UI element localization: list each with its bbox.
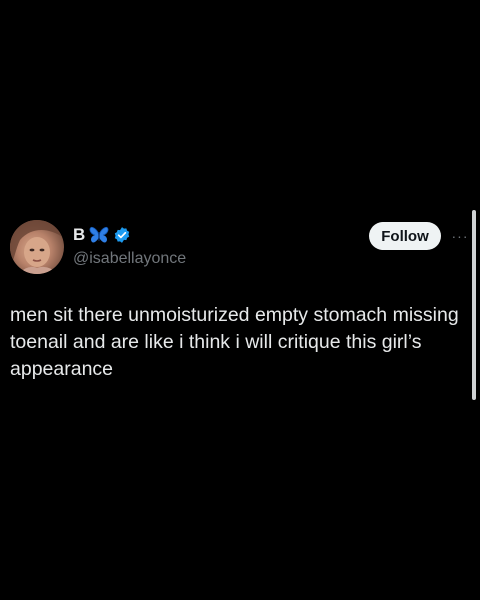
follow-button[interactable]: Follow [369,222,441,250]
avatar[interactable] [10,220,64,274]
more-options-icon[interactable]: ··· [450,226,470,246]
verified-badge-icon[interactable] [113,226,131,244]
author-name-row: B [73,225,131,245]
scrollbar[interactable] [472,210,476,400]
display-name[interactable]: B [73,225,85,245]
tweet-text: men sit there unmoisturized empty stomac… [10,304,459,380]
author-handle[interactable]: @isabellayonce [73,249,186,269]
tweet-screenshot: B @isabellayonce Follow ··· men sit ther… [0,0,480,600]
butterfly-icon [89,226,109,244]
